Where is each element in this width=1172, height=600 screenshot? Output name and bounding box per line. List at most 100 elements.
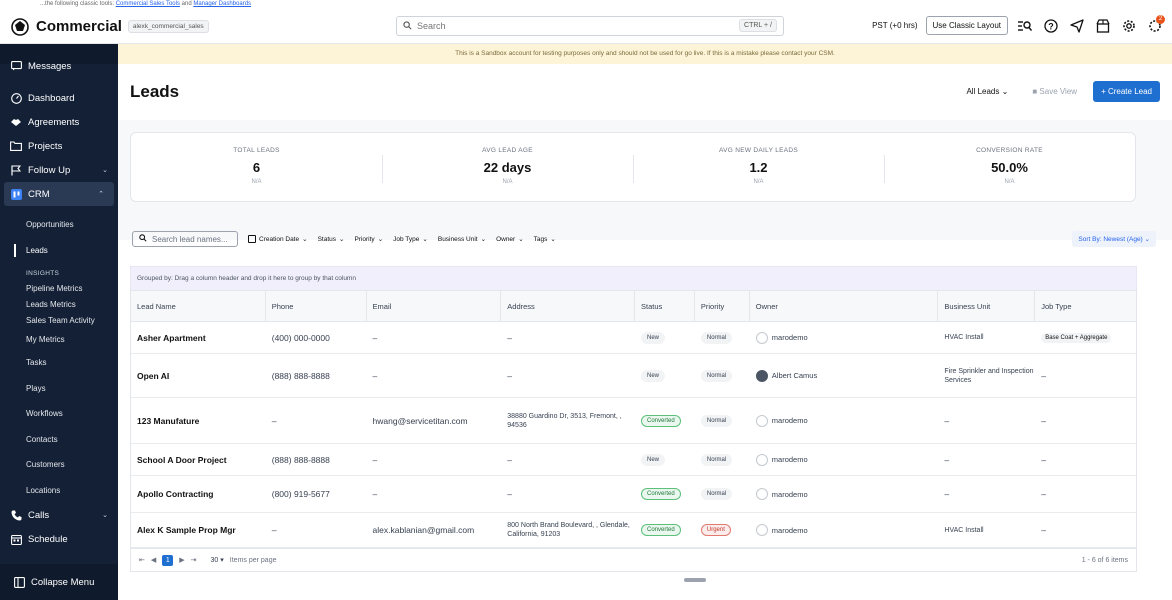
global-search-input[interactable]: Search CTRL + / <box>396 16 784 36</box>
chevron-down-icon: ⌄ <box>550 236 556 243</box>
lead-name-cell[interactable]: 123 Manufature <box>131 398 266 443</box>
filter-tags[interactable]: Tags ⌄ <box>534 235 556 244</box>
column-header-email[interactable]: Email <box>367 291 502 321</box>
sidebar-item-customers[interactable]: Customers <box>0 452 118 478</box>
column-header-phone[interactable]: Phone <box>266 291 367 321</box>
table-row[interactable]: 123 Manufature – hwang@servicetitan.com … <box>131 398 1136 444</box>
page-number-button[interactable]: 1 <box>162 554 174 566</box>
manager-dashboards-link[interactable]: Manager Dashboards <box>193 1 251 7</box>
filter-owner[interactable]: Owner ⌄ <box>496 235 524 244</box>
sidebar-item-crm[interactable]: CRM ⌃ <box>4 182 114 206</box>
page-size-select[interactable]: 30 ▾ <box>211 556 224 564</box>
table-row[interactable]: Asher Apartment (400) 000-0000 – – New N… <box>131 322 1136 354</box>
avatar <box>755 331 768 344</box>
table-row[interactable]: Open AI (888) 888-8888 – – New Normal Al… <box>131 354 1136 398</box>
sidebar-item-my-metrics[interactable]: My Metrics <box>0 328 118 350</box>
next-page-icon[interactable]: ▶ <box>179 556 184 564</box>
send-icon[interactable] <box>1068 17 1086 35</box>
email-cell: – <box>372 332 378 343</box>
lead-search-input[interactable]: Search lead names... <box>132 231 238 247</box>
table-row[interactable]: Apollo Contracting (800) 919-5677 – – Co… <box>131 476 1136 513</box>
owner-name: marodemo <box>771 489 808 499</box>
lead-name-cell[interactable]: Apollo Contracting <box>131 476 266 512</box>
lead-name-cell[interactable]: School A Door Project <box>131 444 266 475</box>
column-header-lead-name[interactable]: Lead Name <box>131 291 266 321</box>
save-view-button[interactable]: ■ Save View <box>1026 83 1083 100</box>
email-cell: alex.kablanian@gmail.com <box>372 525 475 535</box>
sidebar-item-projects[interactable]: Projects <box>0 134 118 158</box>
help-icon[interactable]: ? <box>1042 17 1060 35</box>
sidebar-item-messages[interactable]: Messages <box>0 54 118 78</box>
filter-bar: Search lead names... Creation Date ⌄ Stat… <box>132 231 556 247</box>
notification-badge: 2 <box>1156 14 1165 24</box>
chevron-up-icon: ⌃ <box>98 191 104 198</box>
last-page-icon[interactable]: ⇥ <box>191 556 197 564</box>
lead-name-cell[interactable]: Asher Apartment <box>131 322 266 353</box>
filter-status[interactable]: Status ⌄ <box>318 235 345 244</box>
group-by-panel[interactable]: Grouped by: Drag a column header and dro… <box>130 266 1137 290</box>
sidebar-item-plays[interactable]: Plays <box>0 376 118 402</box>
resize-handle[interactable] <box>684 578 706 582</box>
account-chip[interactable]: alexk_commercial_sales <box>127 20 209 33</box>
sidebar-item-agreements[interactable]: Agreements <box>0 110 118 134</box>
sidebar-item-tasks[interactable]: Tasks <box>0 350 118 376</box>
owner-name: marodemo <box>771 333 808 342</box>
sidebar-item-schedule[interactable]: Schedule <box>0 527 118 551</box>
column-header-owner[interactable]: Owner <box>750 291 939 321</box>
sidebar-item-workflows[interactable]: Workflows <box>0 401 118 427</box>
column-header-job-type[interactable]: Job Type <box>1035 291 1136 321</box>
collapse-menu-button[interactable]: Collapse Menu <box>0 564 118 600</box>
filter-job-type[interactable]: Job Type ⌄ <box>393 235 428 244</box>
titan-logo-icon[interactable] <box>10 17 30 37</box>
job-type-tag: Base Coat + Aggregate <box>1041 332 1112 343</box>
kpi-value: 22 days <box>483 160 532 175</box>
main-content: Leads All Leads ⌄ ■ Save View + Create L… <box>118 64 1172 600</box>
sidebar-label: CRM <box>28 188 50 200</box>
sidebar-item-dashboard[interactable]: Dashboard <box>0 86 118 110</box>
owner-name: marodemo <box>771 416 808 425</box>
owner-name: marodemo <box>771 525 808 535</box>
sidebar-item-follow-up[interactable]: Follow Up ⌄ <box>0 158 118 182</box>
kpi-avg-lead-age: AVG LEAD AGE 22 days N/A <box>382 133 633 201</box>
filter-priority[interactable]: Priority ⌄ <box>354 235 384 244</box>
sidebar-item-opportunities[interactable]: Opportunities <box>0 212 118 238</box>
first-page-icon[interactable]: ⇤ <box>139 556 145 564</box>
table-row[interactable]: School A Door Project (888) 888-8888 – –… <box>131 444 1136 476</box>
kpi-value: 50.0% <box>991 160 1028 175</box>
column-header-business-unit[interactable]: Business Unit <box>938 291 1036 321</box>
use-classic-layout-button[interactable]: Use Classic Layout <box>925 16 1008 35</box>
sort-by-select[interactable]: Sort By: Newest (Age) ⌄ <box>1072 231 1156 247</box>
column-header-status[interactable]: Status <box>635 291 695 321</box>
sidebar-item-leads[interactable]: Leads <box>0 238 118 264</box>
view-select-label: All Leads <box>966 87 1000 96</box>
prev-page-icon[interactable]: ◀ <box>151 556 156 564</box>
view-select[interactable]: All Leads ⌄ <box>958 83 1016 100</box>
priority-badge: Normal <box>700 453 733 466</box>
list-search-icon[interactable] <box>1016 17 1034 35</box>
lead-name-cell[interactable]: Open AI <box>131 354 266 397</box>
store-icon[interactable] <box>1094 17 1112 35</box>
chevron-down-icon: ⌄ <box>377 236 384 243</box>
column-header-priority[interactable]: Priority <box>695 291 750 321</box>
sidebar-label: Projects <box>28 140 63 152</box>
address-cell: – <box>507 454 512 465</box>
table-row[interactable]: Alex K Sample Prop Mgr – alex.kablanian@… <box>131 513 1136 548</box>
status-badge: New <box>641 369 666 382</box>
sidebar-item-pipeline-metrics[interactable]: Pipeline Metrics <box>0 280 118 296</box>
column-header-address[interactable]: Address <box>501 291 635 321</box>
timezone-label[interactable]: PST (+0 hrs) <box>872 21 917 30</box>
chevron-down-icon: ⌄ <box>102 167 108 174</box>
commercial-sales-tools-link[interactable]: Commercial Sales Tools <box>116 1 180 7</box>
sidebar-item-calls[interactable]: Calls ⌄ <box>0 503 118 527</box>
sidebar-item-contacts[interactable]: Contacts <box>0 427 118 453</box>
sidebar-item-locations[interactable]: Locations <box>0 478 118 504</box>
notifications-icon[interactable]: 2 <box>1146 14 1165 35</box>
settings-icon[interactable] <box>1120 17 1138 35</box>
sidebar-item-sales-team-activity[interactable]: Sales Team Activity <box>0 312 118 328</box>
sidebar-item-leads-metrics[interactable]: Leads Metrics <box>0 296 118 312</box>
create-lead-button[interactable]: + Create Lead <box>1093 81 1160 102</box>
filter-creation-date[interactable]: Creation Date ⌄ <box>248 235 308 243</box>
kpi-sub: N/A <box>753 179 764 185</box>
filter-business-unit[interactable]: Business Unit ⌄ <box>438 235 486 244</box>
lead-name-cell[interactable]: Alex K Sample Prop Mgr <box>131 513 266 547</box>
